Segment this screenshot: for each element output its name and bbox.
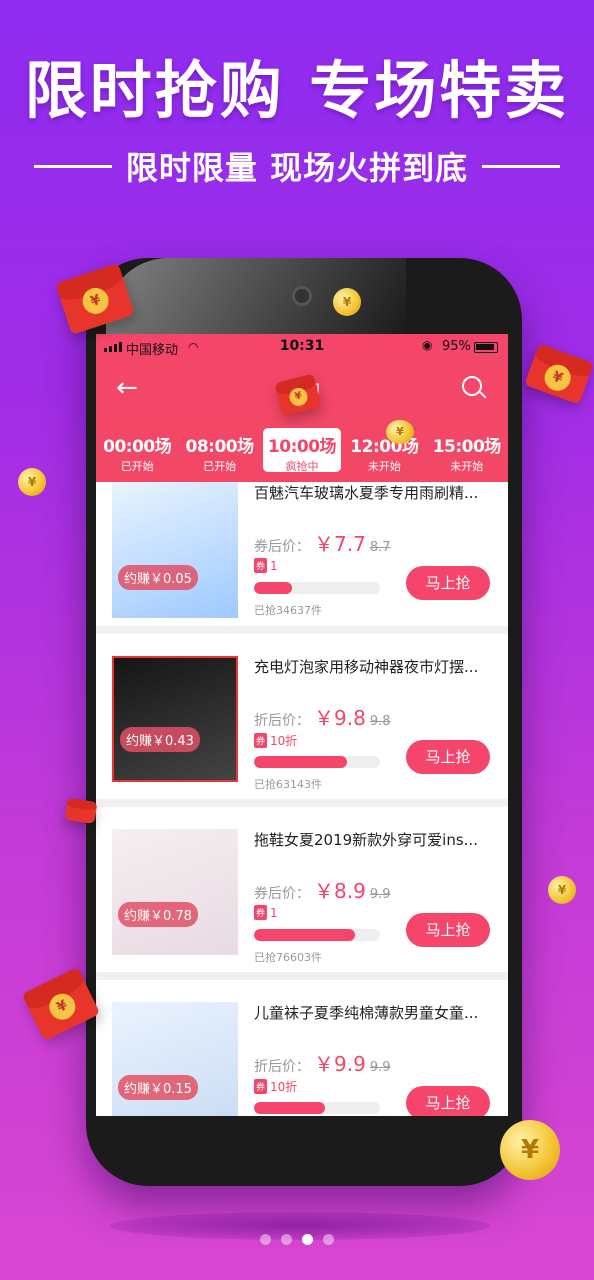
- sold-progress-fill: [254, 582, 292, 594]
- coupon-badge: 券: [254, 558, 268, 573]
- sold-count: 已抢63143件: [254, 778, 322, 791]
- price-label: 折后价：: [254, 1059, 310, 1075]
- product-image[interactable]: 约赚￥0.15: [112, 1002, 238, 1116]
- price-label: 折后价：: [254, 713, 310, 729]
- tab-session[interactable]: 15:00场未开始: [426, 426, 508, 474]
- earn-badge: 约赚￥0.05: [118, 565, 198, 590]
- coupon-value: 1: [270, 905, 278, 920]
- original-price: 8.7: [369, 540, 391, 555]
- red-envelope-icon: ¥: [524, 343, 594, 405]
- gold-coin-icon: ¥: [386, 420, 414, 444]
- price: ￥9.8: [314, 706, 366, 730]
- original-price: 9.9: [369, 887, 391, 902]
- subline-right-rule: [482, 164, 561, 168]
- coupon-row: 券1: [254, 905, 278, 920]
- sold-progress-bar: [254, 1102, 380, 1114]
- tab-session[interactable]: 00:00场已开始: [96, 426, 178, 474]
- coupon-row: 券1: [254, 558, 278, 573]
- product-list: 约赚￥0.05 百魅汽车玻璃水夏季专用雨刷精... 券后价： ￥7.7 8.7 券 1 已抢3…: [96, 482, 508, 1116]
- subline-left-rule: [33, 164, 112, 168]
- tab-status: 已开始: [203, 460, 237, 473]
- price-row: 券后价： ￥8.9 9.9: [254, 875, 391, 904]
- page-dot[interactable]: [302, 1234, 313, 1245]
- session-tabs: 00:00场 已开始 08:00场 已开始 10:00场 疯抢中 12:00场 未开始 15:0…: [96, 426, 508, 474]
- coupon-value: 1: [270, 558, 278, 573]
- sold-progress-bar: [254, 582, 380, 594]
- tab-status: 已开始: [120, 460, 154, 473]
- buy-now-button[interactable]: 马上抢: [406, 1086, 490, 1116]
- search-icon[interactable]: [462, 376, 482, 396]
- product-card[interactable]: 约赚￥0.78 拖鞋女夏2019新款外穿可爱ins... 券后价： ￥8.9 9.9 券 1…: [96, 807, 508, 980]
- sold-progress-bar: [254, 756, 380, 768]
- price-row: 券后价： ￥7.7 8.7: [254, 528, 391, 557]
- buy-now-button[interactable]: 马上抢: [406, 566, 490, 600]
- earn-badge: 约赚￥0.43: [120, 727, 200, 752]
- app-screen: 中国移动 ◠ 10:31 ◉ 95% ← 抢购 00:00场已开始08:00场已…: [96, 334, 508, 1116]
- coupon-row: 券 10折: [254, 732, 297, 749]
- gold-coin-icon: ¥: [333, 288, 361, 316]
- price: ￥9.9: [314, 1052, 366, 1076]
- earn-badge: 约赚￥0.15: [118, 1075, 198, 1100]
- price-label: 券后价：: [254, 539, 310, 555]
- original-price: 9.9: [369, 1060, 391, 1075]
- subline: 限时限量 现场火拼到底: [125, 149, 469, 187]
- sold-progress-fill: [254, 1102, 325, 1114]
- tab-status: 未开始: [450, 460, 484, 473]
- subline-row: 限时限量 现场火拼到底: [0, 142, 594, 190]
- sold-progress-fill: [254, 756, 348, 768]
- tab-session[interactable]: 08:00场已开始: [178, 426, 260, 474]
- product-title[interactable]: 充电灯泡家用移动神器夜市灯摆...: [254, 656, 490, 677]
- page-dot[interactable]: [260, 1234, 271, 1245]
- product-card[interactable]: 约赚￥0.15 儿童袜子夏季纯棉薄款男童女童... 折后价： ￥9.9 9.9 券 10折马…: [96, 980, 508, 1116]
- gold-coin-icon: ¥: [548, 876, 576, 904]
- gold-coin-icon: ¥: [18, 468, 46, 496]
- product-card[interactable]: 约赚￥0.43 充电灯泡家用移动神器夜市灯摆... 折后价： ￥9.8 9.8 券 10折已…: [96, 634, 508, 807]
- coupon-badge: 券: [254, 733, 268, 748]
- sold-progress-bar: [254, 929, 380, 941]
- sold-count: 已抢34637件: [254, 604, 322, 617]
- buy-now-button[interactable]: 马上抢: [406, 913, 490, 947]
- coupon-badge: 券: [254, 1079, 268, 1094]
- coupon-value: 10折: [270, 1080, 298, 1094]
- price-row: 折后价： ￥9.9 9.9: [254, 1048, 391, 1077]
- product-title[interactable]: 儿童袜子夏季纯棉薄款男童女童...: [254, 1002, 490, 1023]
- product-title[interactable]: 拖鞋女夏2019新款外穿可爱ins...: [254, 829, 490, 850]
- tab-time: 10:00场: [267, 437, 337, 457]
- tab-time: 00:00场: [103, 437, 172, 457]
- coupon-row: 券 10折: [254, 1078, 297, 1095]
- product-image[interactable]: 约赚￥0.78: [112, 829, 238, 955]
- rotation-lock-icon: ◉: [422, 338, 433, 352]
- page-dot[interactable]: [281, 1234, 292, 1245]
- earn-badge: 约赚￥0.78: [118, 902, 198, 927]
- coupon-badge: 券: [254, 905, 268, 920]
- buy-now-button[interactable]: 马上抢: [406, 740, 490, 774]
- tab-status: 疯抢中: [285, 460, 319, 473]
- camera-icon: [292, 286, 312, 306]
- price-row: 折后价： ￥9.8 9.8: [254, 702, 391, 731]
- headline: 限时抢购 专场特卖: [24, 54, 570, 127]
- price-label: 券后价：: [254, 886, 310, 902]
- tab-time: 15:00场: [432, 437, 502, 457]
- price: ￥7.7: [314, 532, 366, 556]
- product-image[interactable]: 约赚￥0.43: [112, 656, 238, 782]
- coupon-value: 10折: [270, 734, 298, 748]
- price: ￥8.9: [314, 879, 366, 903]
- product-title[interactable]: 百魅汽车玻璃水夏季专用雨刷精...: [254, 482, 490, 503]
- phone-shine: [106, 258, 406, 338]
- tab-session[interactable]: 10:00场疯抢中: [262, 428, 342, 473]
- gold-coin-icon: ¥: [500, 1120, 560, 1180]
- product-image[interactable]: 约赚￥0.05: [112, 482, 238, 618]
- sold-progress-fill: [254, 929, 355, 941]
- battery-icon: [474, 342, 498, 353]
- battery-percent: 95%: [442, 339, 471, 354]
- tab-time: 08:00场: [185, 437, 255, 457]
- page-dot[interactable]: [323, 1234, 334, 1245]
- tab-status: 未开始: [367, 460, 401, 473]
- original-price: 9.8: [369, 714, 391, 729]
- sold-count: 已抢76603件: [254, 951, 322, 964]
- product-card[interactable]: 约赚￥0.05 百魅汽车玻璃水夏季专用雨刷精... 券后价： ￥7.7 8.7 券 1 已抢3…: [96, 482, 508, 634]
- status-bar: 中国移动 ◠ 10:31 ◉ 95%: [96, 334, 508, 360]
- page-indicator: [0, 1234, 594, 1245]
- red-envelope-icon: [64, 798, 98, 824]
